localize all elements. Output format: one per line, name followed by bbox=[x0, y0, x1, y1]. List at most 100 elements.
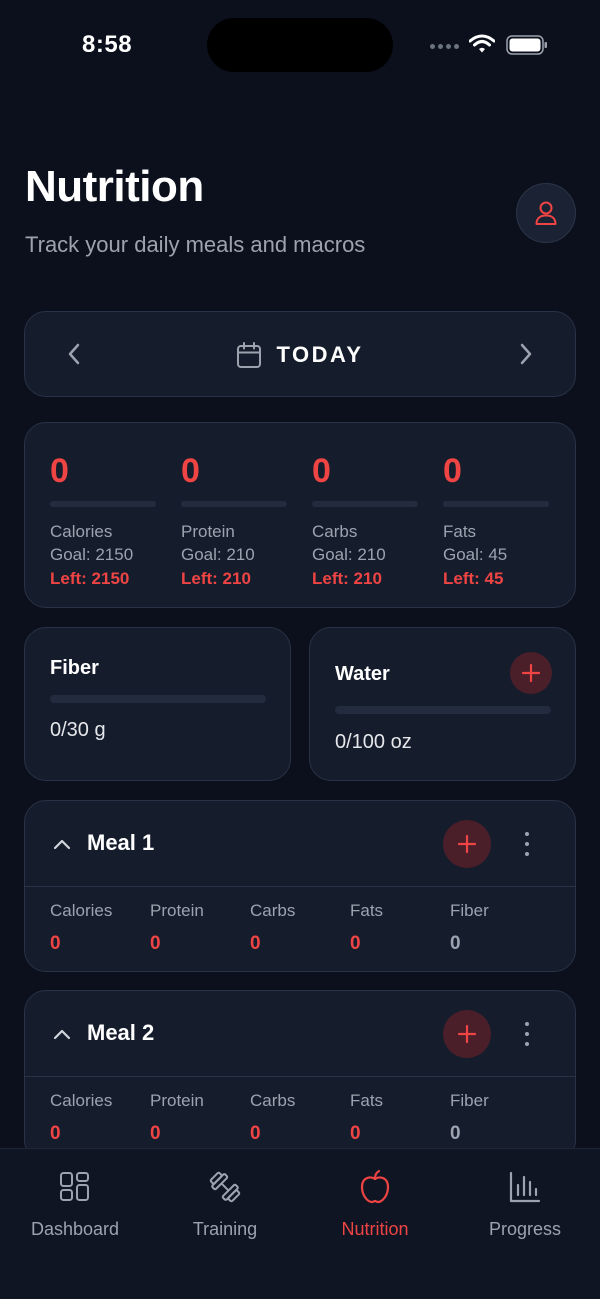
tab-label: Nutrition bbox=[341, 1219, 409, 1239]
plus-icon bbox=[457, 1024, 477, 1044]
meal-stat-value: 0 bbox=[350, 1123, 361, 1144]
meal-stat-value: 0 bbox=[450, 1123, 461, 1144]
battery-icon bbox=[506, 35, 547, 55]
macro-name: Calories bbox=[50, 522, 113, 541]
meal-stat-fats: Fats 0 bbox=[350, 1090, 383, 1146]
more-options-icon[interactable] bbox=[523, 1022, 531, 1046]
meal-stat-fiber: Fiber 0 bbox=[450, 900, 489, 956]
status-bar: 8:58 bbox=[0, 0, 600, 90]
meal-stat-label: Carbs bbox=[250, 1091, 296, 1110]
meal-stat-label: Fats bbox=[350, 1091, 384, 1110]
macro-left: Left: 2150 bbox=[50, 569, 130, 588]
tab-progress[interactable]: Progress bbox=[450, 1149, 600, 1269]
water-value: 0/100 oz bbox=[335, 731, 412, 753]
date-navigator: TODAY bbox=[24, 311, 576, 397]
water-title: Water bbox=[335, 663, 390, 685]
meal-stat-value: 0 bbox=[450, 933, 461, 954]
tab-nutrition[interactable]: Nutrition bbox=[300, 1149, 450, 1269]
chevron-right-icon[interactable] bbox=[515, 339, 537, 369]
macro-name: Fats bbox=[443, 522, 477, 541]
macro-value: 0 bbox=[312, 452, 331, 490]
meal-card: Meal 2 Calories 0 Protein 0 Carbs 0 Fats… bbox=[24, 990, 576, 1162]
page-subtitle: Track your daily meals and macros bbox=[25, 232, 366, 257]
meal-stat-value: 0 bbox=[250, 933, 261, 954]
macro-name: Protein bbox=[181, 522, 235, 541]
date-selector[interactable]: TODAY bbox=[25, 312, 575, 398]
macro-value: 0 bbox=[443, 452, 462, 490]
user-icon bbox=[535, 201, 557, 225]
meal-stat-value: 0 bbox=[50, 1123, 61, 1144]
meal-stat-label: Fiber bbox=[450, 901, 489, 920]
page-title: Nutrition bbox=[25, 162, 204, 211]
chevron-up-icon[interactable] bbox=[52, 1026, 72, 1042]
meal-stat-label: Carbs bbox=[250, 901, 296, 920]
meal-stat-value: 0 bbox=[150, 933, 161, 954]
chevron-up-icon[interactable] bbox=[52, 836, 72, 852]
fiber-card: Fiber 0/30 g bbox=[24, 627, 291, 781]
tab-training[interactable]: Training bbox=[150, 1149, 300, 1269]
meal-stat-protein: Protein 0 bbox=[150, 900, 204, 956]
tab-dashboard[interactable]: Dashboard bbox=[0, 1149, 150, 1269]
macro-progress-bar bbox=[181, 501, 287, 507]
meal-header[interactable]: Meal 2 bbox=[25, 991, 575, 1077]
meal-card: Meal 1 Calories 0 Protein 0 Carbs 0 Fats… bbox=[24, 800, 576, 972]
macro-progress-bar bbox=[50, 501, 156, 507]
macro-carbs: 0 Carbs Goal: 210 Left: 210 bbox=[312, 451, 420, 591]
macro-goal: Goal: 210 bbox=[312, 545, 386, 564]
more-options-icon[interactable] bbox=[523, 832, 531, 856]
macros-summary-card: 0 Calories Goal: 2150 Left: 2150 0 Prote… bbox=[24, 422, 576, 608]
macro-value: 0 bbox=[181, 452, 200, 490]
profile-button[interactable] bbox=[516, 183, 576, 243]
meal-stat-protein: Protein 0 bbox=[150, 1090, 204, 1146]
add-water-button[interactable] bbox=[510, 652, 552, 694]
dumbbell-icon bbox=[209, 1171, 241, 1203]
macro-left: Left: 210 bbox=[181, 569, 251, 588]
date-label: TODAY bbox=[276, 342, 364, 367]
meal-stat-calories: Calories 0 bbox=[50, 1090, 112, 1146]
plus-icon bbox=[521, 663, 541, 683]
apple-icon bbox=[360, 1169, 390, 1204]
meal-title: Meal 2 bbox=[87, 1020, 155, 1045]
cellular-signal-icon bbox=[430, 44, 459, 49]
calendar-icon bbox=[237, 342, 262, 368]
macro-left: Left: 210 bbox=[312, 569, 382, 588]
meal-stat-label: Calories bbox=[50, 1091, 113, 1110]
macro-value: 0 bbox=[50, 452, 69, 490]
macro-goal: Goal: 45 bbox=[443, 545, 508, 564]
water-card: Water 0/100 oz bbox=[309, 627, 576, 781]
meal-stat-carbs: Carbs 0 bbox=[250, 900, 295, 956]
tab-label: Progress bbox=[488, 1219, 562, 1239]
tab-label: Training bbox=[192, 1219, 258, 1239]
meal-header[interactable]: Meal 1 bbox=[25, 801, 575, 887]
macro-fats: 0 Fats Goal: 45 Left: 45 bbox=[443, 451, 551, 591]
macro-name: Carbs bbox=[312, 522, 358, 541]
meal-stat-value: 0 bbox=[350, 933, 361, 954]
bottom-tab-bar: Dashboard Training Nutrition Progress bbox=[0, 1148, 600, 1299]
meal-stat-carbs: Carbs 0 bbox=[250, 1090, 295, 1146]
macro-progress-bar bbox=[443, 501, 549, 507]
macro-calories: 0 Calories Goal: 2150 Left: 2150 bbox=[50, 451, 158, 591]
fiber-title: Fiber bbox=[50, 657, 99, 679]
macro-protein: 0 Protein Goal: 210 Left: 210 bbox=[181, 451, 289, 591]
meal-stat-label: Protein bbox=[150, 1091, 204, 1110]
water-progress-bar bbox=[335, 706, 551, 714]
grid-icon bbox=[60, 1172, 89, 1201]
macro-goal: Goal: 210 bbox=[181, 545, 255, 564]
add-food-button[interactable] bbox=[443, 820, 491, 868]
fiber-value: 0/30 g bbox=[50, 719, 106, 741]
bar-chart-icon bbox=[509, 1171, 541, 1203]
add-food-button[interactable] bbox=[443, 1010, 491, 1058]
meal-stat-value: 0 bbox=[150, 1123, 161, 1144]
wifi-icon bbox=[469, 34, 495, 53]
meal-stat-value: 0 bbox=[250, 1123, 261, 1144]
meal-stat-label: Fiber bbox=[450, 1091, 489, 1110]
macro-goal: Goal: 2150 bbox=[50, 545, 134, 564]
meal-stat-label: Fats bbox=[350, 901, 384, 920]
meal-stat-label: Calories bbox=[50, 901, 113, 920]
dynamic-island bbox=[207, 18, 393, 72]
meal-title: Meal 1 bbox=[87, 830, 155, 855]
fiber-progress-bar bbox=[50, 695, 266, 703]
status-time: 8:58 bbox=[82, 31, 133, 58]
plus-icon bbox=[457, 834, 477, 854]
meal-stat-fats: Fats 0 bbox=[350, 900, 383, 956]
